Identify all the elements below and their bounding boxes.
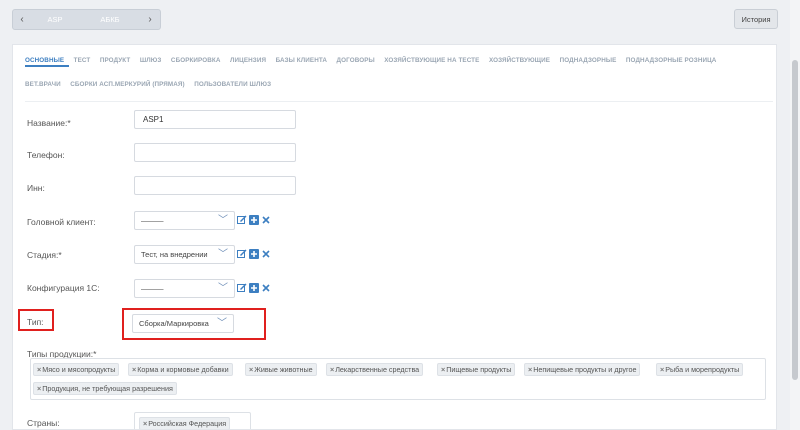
- name-label: Название:*: [27, 118, 71, 128]
- remove-tag-icon[interactable]: ×: [37, 384, 41, 393]
- remove-tag-icon[interactable]: ×: [660, 365, 664, 374]
- record-pager: ‹ ASP АБКБ ›: [12, 9, 161, 30]
- tab-supervised-retail[interactable]: ПОДНАДЗОРНЫЕ РОЗНИЦА: [626, 57, 717, 69]
- edit-icon[interactable]: [237, 283, 247, 293]
- prev-record-button[interactable]: ‹: [13, 14, 31, 25]
- remove-tag-icon[interactable]: ×: [132, 365, 136, 374]
- active-tab-indicator: [25, 65, 69, 67]
- remove-tag-icon[interactable]: ×: [37, 365, 41, 374]
- stage-select[interactable]: Тест, на внедрении ﹀: [134, 245, 235, 264]
- stage-label: Стадия:*: [27, 250, 62, 260]
- edit-icon[interactable]: [237, 215, 247, 225]
- name-input[interactable]: ASP1: [134, 110, 296, 129]
- tab-economic-test[interactable]: ХОЗЯЙСТВУЮЩИЕ НА ТЕСТЕ: [384, 57, 479, 69]
- remove-tag-icon[interactable]: ×: [143, 419, 147, 428]
- tab-assembly[interactable]: СБОРКИРОВКА: [171, 57, 221, 69]
- tab-license[interactable]: ЛИЦЕНЗИЯ: [230, 57, 266, 69]
- plus-icon[interactable]: [249, 215, 259, 225]
- phone-input[interactable]: [134, 143, 296, 162]
- chevron-down-icon: ﹀: [218, 249, 228, 260]
- product-types-multiselect[interactable]: ×Мясо и мясопродукты ×Корма и кормовые д…: [30, 358, 766, 400]
- tab-test[interactable]: ТЕСТ: [74, 57, 91, 69]
- product-type-tag[interactable]: ×Рыба и морепродукты: [656, 363, 744, 376]
- edit-icon[interactable]: [237, 249, 247, 259]
- chevron-down-icon: ﹀: [218, 283, 228, 294]
- remove-tag-icon[interactable]: ×: [528, 365, 532, 374]
- tab-gateway-users[interactable]: ПОЛЬЗОВАТЕЛИ ШЛЮЗ: [194, 81, 271, 93]
- tab-product[interactable]: ПРОДУКТ: [100, 57, 130, 69]
- tab-gateway[interactable]: ШЛЮЗ: [140, 57, 162, 69]
- tab-contracts[interactable]: ДОГОВОРЫ: [337, 57, 375, 69]
- phone-label: Телефон:: [27, 150, 65, 160]
- head-client-select[interactable]: ——— ﹀: [134, 211, 235, 230]
- page-scrollbar[interactable]: [790, 0, 800, 430]
- countries-multiselect[interactable]: ×Российская Федерация: [134, 412, 251, 429]
- countries-label: Страны:: [27, 418, 60, 428]
- type-select[interactable]: Сборка/Маркировка ﹀: [132, 314, 234, 333]
- product-type-tag[interactable]: ×Пищевые продукты: [437, 363, 516, 376]
- tab-main[interactable]: ОСНОВНЫЕ: [25, 57, 64, 69]
- type-value: Сборка/Маркировка: [139, 319, 209, 328]
- tab-supervised[interactable]: ПОДНАДЗОРНЫЕ: [560, 57, 617, 69]
- history-button[interactable]: История: [734, 9, 778, 29]
- config-value: ———: [141, 284, 164, 293]
- country-tag[interactable]: ×Российская Федерация: [139, 417, 231, 429]
- plus-icon[interactable]: [249, 283, 259, 293]
- remove-tag-icon[interactable]: ×: [249, 365, 253, 374]
- config-label: Конфигурация 1С:: [27, 283, 100, 293]
- inn-input[interactable]: [134, 176, 296, 195]
- type-label: Тип:: [27, 317, 44, 327]
- head-client-actions: [237, 215, 271, 225]
- config-actions: [237, 283, 271, 293]
- top-bar: ‹ ASP АБКБ › История: [0, 0, 790, 38]
- tab-mercury-builds[interactable]: СБОРКИ АСП.МЕРКУРИЙ (ПРЯМАЯ): [70, 81, 184, 93]
- product-type-tag[interactable]: ×Живые животные: [245, 363, 317, 376]
- head-client-value: ———: [141, 216, 164, 225]
- stage-value: Тест, на внедрении: [141, 250, 208, 259]
- remove-tag-icon[interactable]: ×: [330, 365, 334, 374]
- product-type-tag[interactable]: ×Лекарственные средства: [326, 363, 424, 376]
- tab-client-bases[interactable]: БАЗЫ КЛИЕНТА: [276, 57, 327, 69]
- chevron-down-icon: ﹀: [217, 318, 227, 329]
- tab-vets[interactable]: ВЕТ.ВРАЧИ: [25, 81, 61, 93]
- close-icon[interactable]: [261, 249, 271, 259]
- tab-economic[interactable]: ХОЗЯЙСТВУЮЩИЕ: [489, 57, 550, 69]
- close-icon[interactable]: [261, 215, 271, 225]
- main-card: ОСНОВНЫЕ ТЕСТ ПРОДУКТ ШЛЮЗ СБОРКИРОВКА Л…: [12, 44, 777, 430]
- inn-label: Инн:: [27, 183, 45, 193]
- product-type-tag[interactable]: ×Продукция, не требующая разрешения: [33, 382, 177, 395]
- config-select[interactable]: ——— ﹀: [134, 279, 235, 298]
- current-record-label: ASP: [47, 15, 63, 24]
- product-type-tag[interactable]: ×Корма и кормовые добавки: [128, 363, 233, 376]
- next-record-label[interactable]: АБКБ: [79, 15, 141, 24]
- chevron-down-icon: ﹀: [218, 215, 228, 226]
- close-icon[interactable]: [261, 283, 271, 293]
- remove-tag-icon[interactable]: ×: [441, 365, 445, 374]
- product-type-tag[interactable]: ×Мясо и мясопродукты: [33, 363, 120, 376]
- product-type-tag[interactable]: ×Непищевые продукты и другое: [524, 363, 641, 376]
- tabs-divider: [25, 101, 773, 102]
- scrollbar-thumb[interactable]: [792, 60, 798, 380]
- stage-actions: [237, 249, 271, 259]
- head-client-label: Головной клиент:: [27, 217, 96, 227]
- next-record-button[interactable]: ›: [141, 14, 159, 25]
- plus-icon[interactable]: [249, 249, 259, 259]
